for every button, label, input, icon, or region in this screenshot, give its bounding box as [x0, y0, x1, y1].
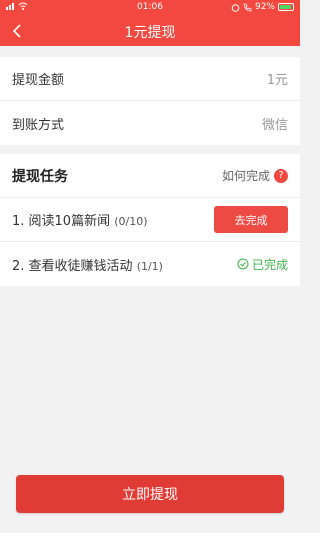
call-icon — [243, 3, 252, 11]
task-label: 1. 阅读10篇新闻 (0/10) — [12, 210, 148, 229]
battery-icon — [278, 3, 294, 11]
task-label: 2. 查看收徒赚钱活动 (1/1) — [12, 255, 163, 274]
go-complete-button[interactable]: 去完成 — [214, 206, 288, 233]
battery-percent: 92% — [254, 2, 275, 12]
status-bar: 01:06 92% — [0, 0, 300, 16]
check-circle-icon — [237, 258, 249, 270]
withdraw-now-button[interactable]: 立即提现 — [16, 475, 284, 513]
completed-label: 已完成 — [251, 257, 288, 272]
task-row-recruit-activity: 2. 查看收徒赚钱活动 (1/1) 已完成 — [0, 242, 300, 286]
tasks-title: 提现任务 — [12, 168, 68, 185]
alarm-icon — [231, 3, 240, 12]
tasks-header: 提现任务 如何完成 ? — [0, 154, 300, 198]
amount-row: 提现金额 1元 — [0, 57, 300, 101]
page-title: 1元提现 — [124, 25, 176, 41]
app-header: 1元提现 — [0, 16, 300, 46]
method-label: 到账方式 — [12, 117, 65, 133]
method-value: 微信 — [261, 117, 288, 133]
task-progress: (1/1) — [136, 259, 163, 273]
task-row-read-news: 1. 阅读10篇新闻 (0/10) 去完成 — [0, 198, 300, 242]
task-name: 1. 阅读10篇新闻 — [12, 214, 111, 229]
amount-value: 1元 — [266, 73, 288, 88]
method-row: 到账方式 微信 — [0, 101, 300, 145]
howto-link[interactable]: 如何完成 ? — [222, 167, 288, 184]
withdraw-info-card: 提现金额 1元 到账方式 微信 — [0, 57, 300, 145]
tasks-card: 提现任务 如何完成 ? 1. 阅读10篇新闻 (0/10) 去完成 2. 查看收… — [0, 154, 300, 286]
completed-status: 已完成 — [237, 256, 288, 273]
howto-label: 如何完成 — [221, 169, 270, 183]
amount-label: 提现金额 — [12, 73, 65, 88]
task-progress: (0/10) — [114, 215, 148, 228]
question-icon: ? — [274, 168, 288, 183]
spacer — [0, 145, 300, 154]
spacer — [0, 46, 300, 57]
task-name: 2. 查看收徒赚钱活动 — [12, 258, 133, 274]
